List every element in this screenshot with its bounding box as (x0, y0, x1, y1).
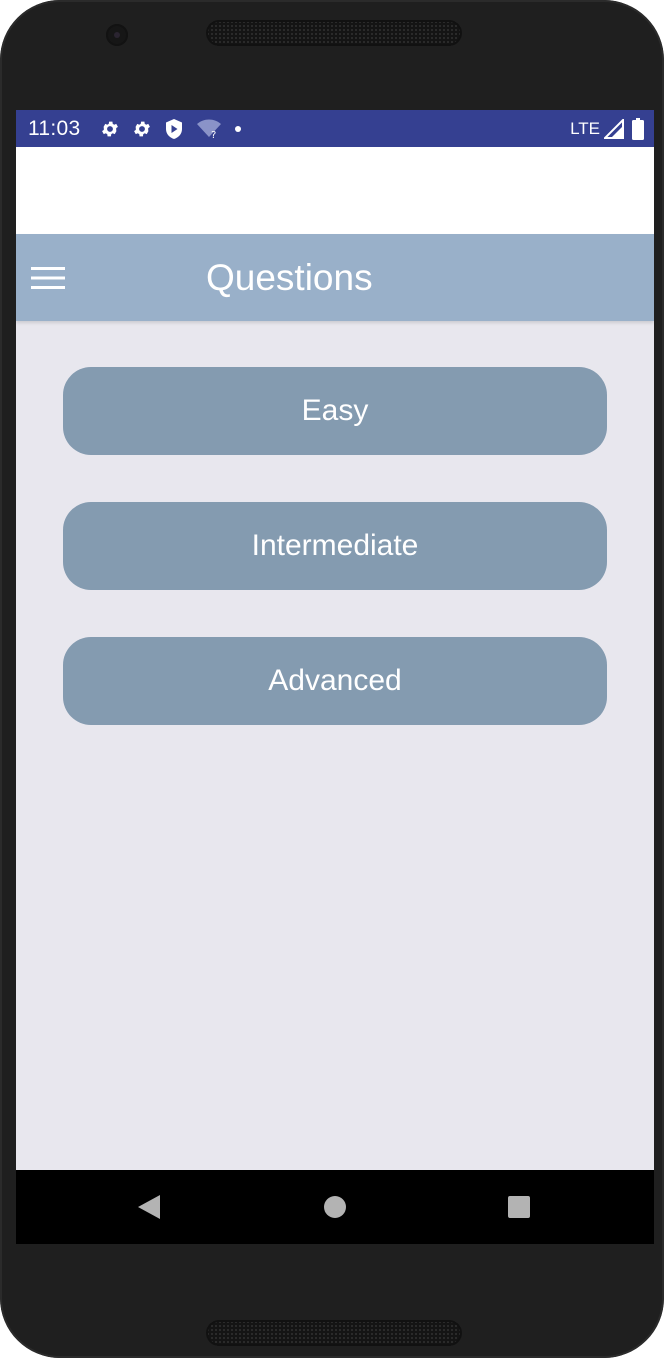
home-circle-icon (323, 1195, 347, 1219)
cellular-signal-icon (604, 119, 624, 139)
shield-icon (164, 118, 184, 140)
menu-button[interactable] (26, 258, 70, 298)
phone-device-frame: 11:03 ? LTE Questions Easy Intermediate … (0, 0, 664, 1358)
back-button[interactable] (126, 1184, 172, 1230)
battery-icon (632, 118, 644, 140)
intermediate-button[interactable]: Intermediate (63, 502, 607, 590)
back-triangle-icon (136, 1193, 162, 1221)
wifi-unknown-icon: ? (196, 119, 222, 139)
settings-icon (100, 119, 120, 139)
home-button[interactable] (312, 1184, 358, 1230)
advanced-button[interactable]: Advanced (63, 637, 607, 725)
top-speaker-grille (206, 20, 462, 46)
status-bar: 11:03 ? LTE (16, 110, 654, 147)
app-toolbar: Questions (16, 234, 654, 321)
recents-button[interactable] (496, 1184, 542, 1230)
bottom-speaker-grille (206, 1320, 462, 1346)
svg-text:?: ? (211, 130, 216, 139)
difficulty-selection-content: Easy Intermediate Advanced (16, 321, 654, 1170)
settings-icon (132, 119, 152, 139)
blank-header-area (16, 147, 654, 234)
easy-button[interactable]: Easy (63, 367, 607, 455)
system-navigation-bar (16, 1170, 654, 1244)
hamburger-menu-icon (31, 266, 65, 290)
page-title: Questions (206, 257, 373, 298)
status-time: 11:03 (28, 117, 81, 140)
status-notification-icons: ? (100, 118, 254, 140)
phone-screen: 11:03 ? LTE Questions Easy Intermediate … (16, 110, 654, 1244)
network-type-label: LTE (570, 119, 600, 138)
recents-square-icon (507, 1195, 531, 1219)
notification-dot-icon (234, 125, 242, 133)
status-system-icons: LTE (570, 117, 644, 141)
front-camera (106, 24, 128, 46)
